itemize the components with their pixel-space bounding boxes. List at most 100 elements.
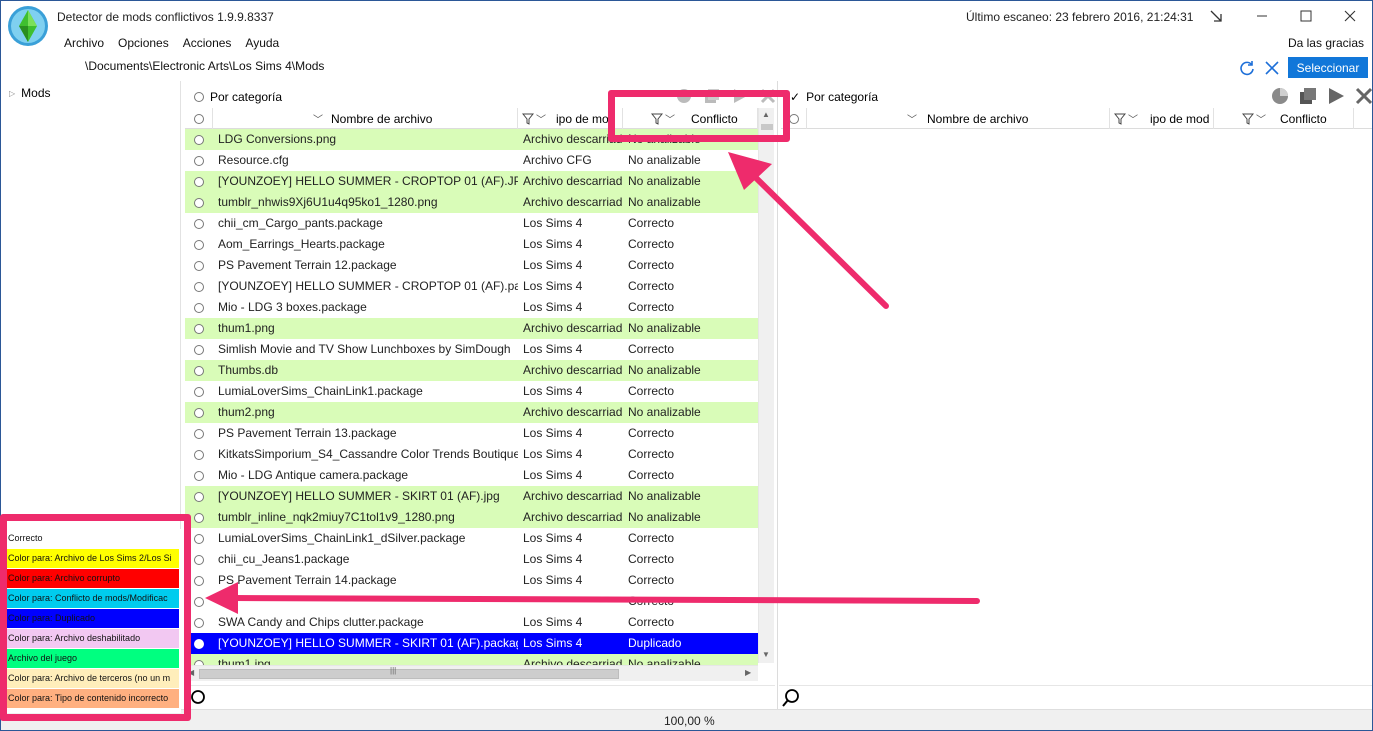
vertical-scrollbar[interactable]: ▲ ▼ bbox=[758, 108, 774, 663]
minimize-button[interactable] bbox=[1239, 1, 1285, 31]
filter-icon[interactable] bbox=[1242, 113, 1254, 125]
row-radio[interactable] bbox=[194, 449, 204, 460]
right-by-category-option[interactable]: ✓ Por categoría bbox=[790, 90, 878, 104]
row-radio[interactable] bbox=[194, 134, 204, 145]
row-radio[interactable] bbox=[194, 176, 204, 187]
row-select-cell[interactable] bbox=[185, 423, 213, 444]
select-all-cell[interactable] bbox=[185, 108, 213, 129]
row-radio[interactable] bbox=[194, 428, 204, 439]
menu-archivo[interactable]: Archivo bbox=[57, 35, 111, 53]
row-select-cell[interactable] bbox=[185, 402, 213, 423]
by-category-radio[interactable] bbox=[194, 92, 204, 102]
mods-path-field[interactable]: \Documents\Electronic Arts\Los Sims 4\Mo… bbox=[85, 59, 324, 73]
table-row[interactable]: [YOUNZOEY] HELLO SUMMER - SKIRT 01 (AF).… bbox=[185, 633, 758, 654]
row-radio[interactable] bbox=[194, 638, 204, 649]
scroll-right-icon[interactable]: ▶ bbox=[745, 668, 751, 677]
scroll-down-icon[interactable]: ▼ bbox=[762, 650, 770, 659]
menu-opciones[interactable]: Opciones bbox=[111, 35, 176, 53]
chevron-down-icon[interactable]: ﹀ bbox=[313, 111, 323, 126]
row-select-cell[interactable] bbox=[185, 486, 213, 507]
tree-item-mods[interactable]: ▷ Mods bbox=[9, 86, 51, 100]
row-radio[interactable] bbox=[194, 407, 204, 418]
select-folder-button[interactable]: Seleccionar bbox=[1288, 57, 1368, 78]
table-row[interactable]: Mio - LDG 3 boxes.package Los Sims 4 Corre… bbox=[185, 297, 758, 318]
table-row[interactable]: KitkatsSimporium_S4_Cassandre Color Tren… bbox=[185, 444, 758, 465]
row-radio[interactable] bbox=[194, 491, 204, 502]
scroll-thumb[interactable] bbox=[199, 669, 619, 679]
row-select-cell[interactable] bbox=[185, 297, 213, 318]
row-radio[interactable] bbox=[194, 365, 204, 376]
chevron-down-icon[interactable]: ﹀ bbox=[536, 111, 546, 126]
filter-icon[interactable] bbox=[1114, 113, 1126, 125]
row-radio[interactable] bbox=[194, 260, 204, 271]
row-radio[interactable] bbox=[194, 323, 204, 334]
tools-icon[interactable] bbox=[1353, 85, 1372, 107]
row-radio[interactable] bbox=[194, 386, 204, 397]
row-radio[interactable] bbox=[194, 533, 204, 544]
table-row[interactable]: Resource.cfg Archivo CFG No analizable bbox=[185, 150, 758, 171]
table-row[interactable]: chii_cu_Jeans1.package Los Sims 4 Correcto bbox=[185, 549, 758, 570]
clear-path-icon[interactable] bbox=[1263, 59, 1281, 77]
row-select-cell[interactable] bbox=[185, 171, 213, 192]
table-row[interactable]: PS Pavement Terrain 12.package Los Sims 4… bbox=[185, 255, 758, 276]
row-radio[interactable] bbox=[194, 197, 204, 208]
row-radio[interactable] bbox=[194, 617, 204, 628]
row-select-cell[interactable] bbox=[185, 339, 213, 360]
close-button[interactable] bbox=[1327, 1, 1372, 31]
table-row[interactable]: SWA Candy and Chips clutter.package Los S… bbox=[185, 612, 758, 633]
table-row[interactable]: thum2.png Archivo descarriad No analizable bbox=[185, 402, 758, 423]
table-row[interactable]: [YOUNZOEY] HELLO SUMMER - SKIRT 01 (AF).… bbox=[185, 486, 758, 507]
table-row[interactable]: Correcto bbox=[185, 591, 758, 612]
column-header-filename[interactable]: ﹀ Nombre de archivo bbox=[213, 108, 518, 129]
table-row[interactable]: tumblr_nhwis9Xj6U1u4q95ko1_1280.png Archi… bbox=[185, 192, 758, 213]
row-select-cell[interactable] bbox=[185, 150, 213, 171]
table-row[interactable]: chii_cm_Cargo_pants.package Los Sims 4 Cor… bbox=[185, 213, 758, 234]
table-row[interactable]: Thumbs.db Archivo descarriad No analizable bbox=[185, 360, 758, 381]
chevron-down-icon[interactable]: ﹀ bbox=[1128, 111, 1138, 126]
row-select-cell[interactable] bbox=[185, 465, 213, 486]
table-row[interactable]: [YOUNZOEY] HELLO SUMMER - CROPTOP 01 (AF… bbox=[185, 276, 758, 297]
right-search-bar[interactable] bbox=[779, 685, 1372, 709]
chevron-down-icon[interactable]: ﹀ bbox=[907, 111, 917, 126]
row-radio[interactable] bbox=[194, 554, 204, 565]
row-select-cell[interactable] bbox=[185, 360, 213, 381]
row-radio[interactable] bbox=[194, 218, 204, 229]
refresh-icon[interactable] bbox=[1238, 59, 1256, 77]
select-all-radio[interactable] bbox=[788, 113, 799, 124]
table-row[interactable]: LumiaLoverSims_ChainLink1_dSilver.packag… bbox=[185, 528, 758, 549]
menu-ayuda[interactable]: Ayuda bbox=[238, 35, 286, 53]
left-search-bar[interactable] bbox=[185, 685, 775, 709]
table-row[interactable]: thum1.png Archivo descarriad No analizable bbox=[185, 318, 758, 339]
row-select-cell[interactable] bbox=[185, 318, 213, 339]
maximize-button[interactable] bbox=[1283, 1, 1329, 31]
checkmark-icon[interactable]: ✓ bbox=[790, 90, 800, 104]
column-header-filename[interactable]: ﹀ Nombre de archivo bbox=[807, 108, 1110, 129]
table-row[interactable]: LumiaLoverSims_ChainLink1.package Los Sim… bbox=[185, 381, 758, 402]
row-select-cell[interactable] bbox=[185, 276, 213, 297]
expand-arrow-icon[interactable]: ▷ bbox=[9, 89, 15, 98]
row-radio[interactable] bbox=[194, 596, 204, 607]
search-icon[interactable] bbox=[781, 688, 801, 708]
row-select-cell[interactable] bbox=[185, 129, 213, 150]
row-select-cell[interactable] bbox=[185, 234, 213, 255]
thanks-link[interactable]: Da las gracias bbox=[1288, 36, 1364, 50]
minimize-to-tray-button[interactable] bbox=[1193, 1, 1239, 31]
copy-icon[interactable] bbox=[1297, 85, 1319, 107]
horizontal-scrollbar[interactable]: ◀ ||| ▶ bbox=[185, 665, 758, 681]
table-row[interactable]: PS Pavement Terrain 13.package Los Sims 4… bbox=[185, 423, 758, 444]
row-radio[interactable] bbox=[194, 302, 204, 313]
table-row[interactable]: PS Pavement Terrain 14.package Los Sims 4… bbox=[185, 570, 758, 591]
play-icon[interactable] bbox=[1325, 85, 1347, 107]
row-radio[interactable] bbox=[194, 239, 204, 250]
table-row[interactable]: tumblr_inline_nqk2miuy7C1tol1v9_1280.png… bbox=[185, 507, 758, 528]
row-select-cell[interactable] bbox=[185, 192, 213, 213]
row-radio[interactable] bbox=[194, 281, 204, 292]
table-row[interactable]: [YOUNZOEY] HELLO SUMMER - CROPTOP 01 (AF… bbox=[185, 171, 758, 192]
row-radio[interactable] bbox=[194, 512, 204, 523]
row-radio[interactable] bbox=[194, 575, 204, 586]
menu-acciones[interactable]: Acciones bbox=[176, 35, 239, 53]
chevron-down-icon[interactable]: ﹀ bbox=[1256, 111, 1266, 126]
row-radio[interactable] bbox=[194, 155, 204, 166]
select-all-radio[interactable] bbox=[193, 113, 204, 124]
panel-divider[interactable] bbox=[777, 81, 778, 709]
